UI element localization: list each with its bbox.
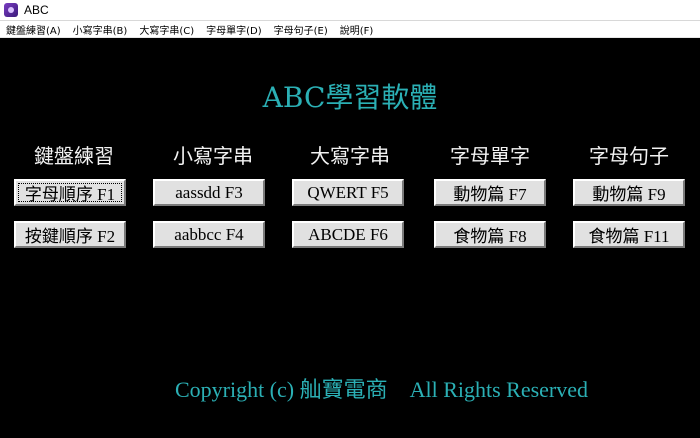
aabbcc-button[interactable]: aabbcc F4 (153, 221, 265, 248)
menu-bar: 鍵盤練習(A) 小寫字串(B) 大寫字串(C) 字母單字(D) 字母句子(E) … (0, 21, 700, 38)
aassdd-button[interactable]: aassdd F3 (153, 179, 265, 206)
animal-words-button[interactable]: 動物篇 F7 (434, 179, 546, 206)
app-window: ABC 鍵盤練習(A) 小寫字串(B) 大寫字串(C) 字母單字(D) 字母句子… (0, 0, 700, 438)
menu-item-keyboard-practice[interactable]: 鍵盤練習(A) (0, 22, 67, 37)
column-header-letter-words: 字母單字 (450, 144, 530, 168)
title-bar[interactable]: ABC (0, 0, 700, 21)
key-order-button[interactable]: 按鍵順序 F2 (14, 221, 126, 248)
column-header-letter-sentences: 字母句子 (589, 144, 669, 168)
app-icon (4, 3, 18, 17)
column-header-lowercase-strings: 小寫字串 (173, 144, 253, 168)
window-title: ABC (24, 3, 49, 17)
menu-item-uppercase-strings[interactable]: 大寫字串(C) (133, 22, 200, 37)
menu-item-letter-sentences[interactable]: 字母句子(E) (268, 22, 334, 37)
food-sentences-button[interactable]: 食物篇 F11 (573, 221, 685, 248)
copyright-notice: Copyright (c) 舢寶電商 All Rights Reserved (174, 377, 589, 402)
qwert-button[interactable]: QWERT F5 (292, 179, 404, 206)
food-words-button[interactable]: 食物篇 F8 (434, 221, 546, 248)
column-header-keyboard-practice: 鍵盤練習 (34, 144, 114, 168)
app-title: ABC學習軟體 (262, 81, 438, 114)
menu-item-letter-words[interactable]: 字母單字(D) (200, 22, 268, 37)
abcde-button[interactable]: ABCDE F6 (292, 221, 404, 248)
animal-sentences-button[interactable]: 動物篇 F9 (573, 179, 685, 206)
menu-item-lowercase-strings[interactable]: 小寫字串(B) (67, 22, 134, 37)
menu-item-help[interactable]: 說明(F) (334, 22, 380, 37)
letter-order-button[interactable]: 字母順序 F1 (14, 179, 126, 206)
column-header-uppercase-strings: 大寫字串 (310, 144, 390, 168)
